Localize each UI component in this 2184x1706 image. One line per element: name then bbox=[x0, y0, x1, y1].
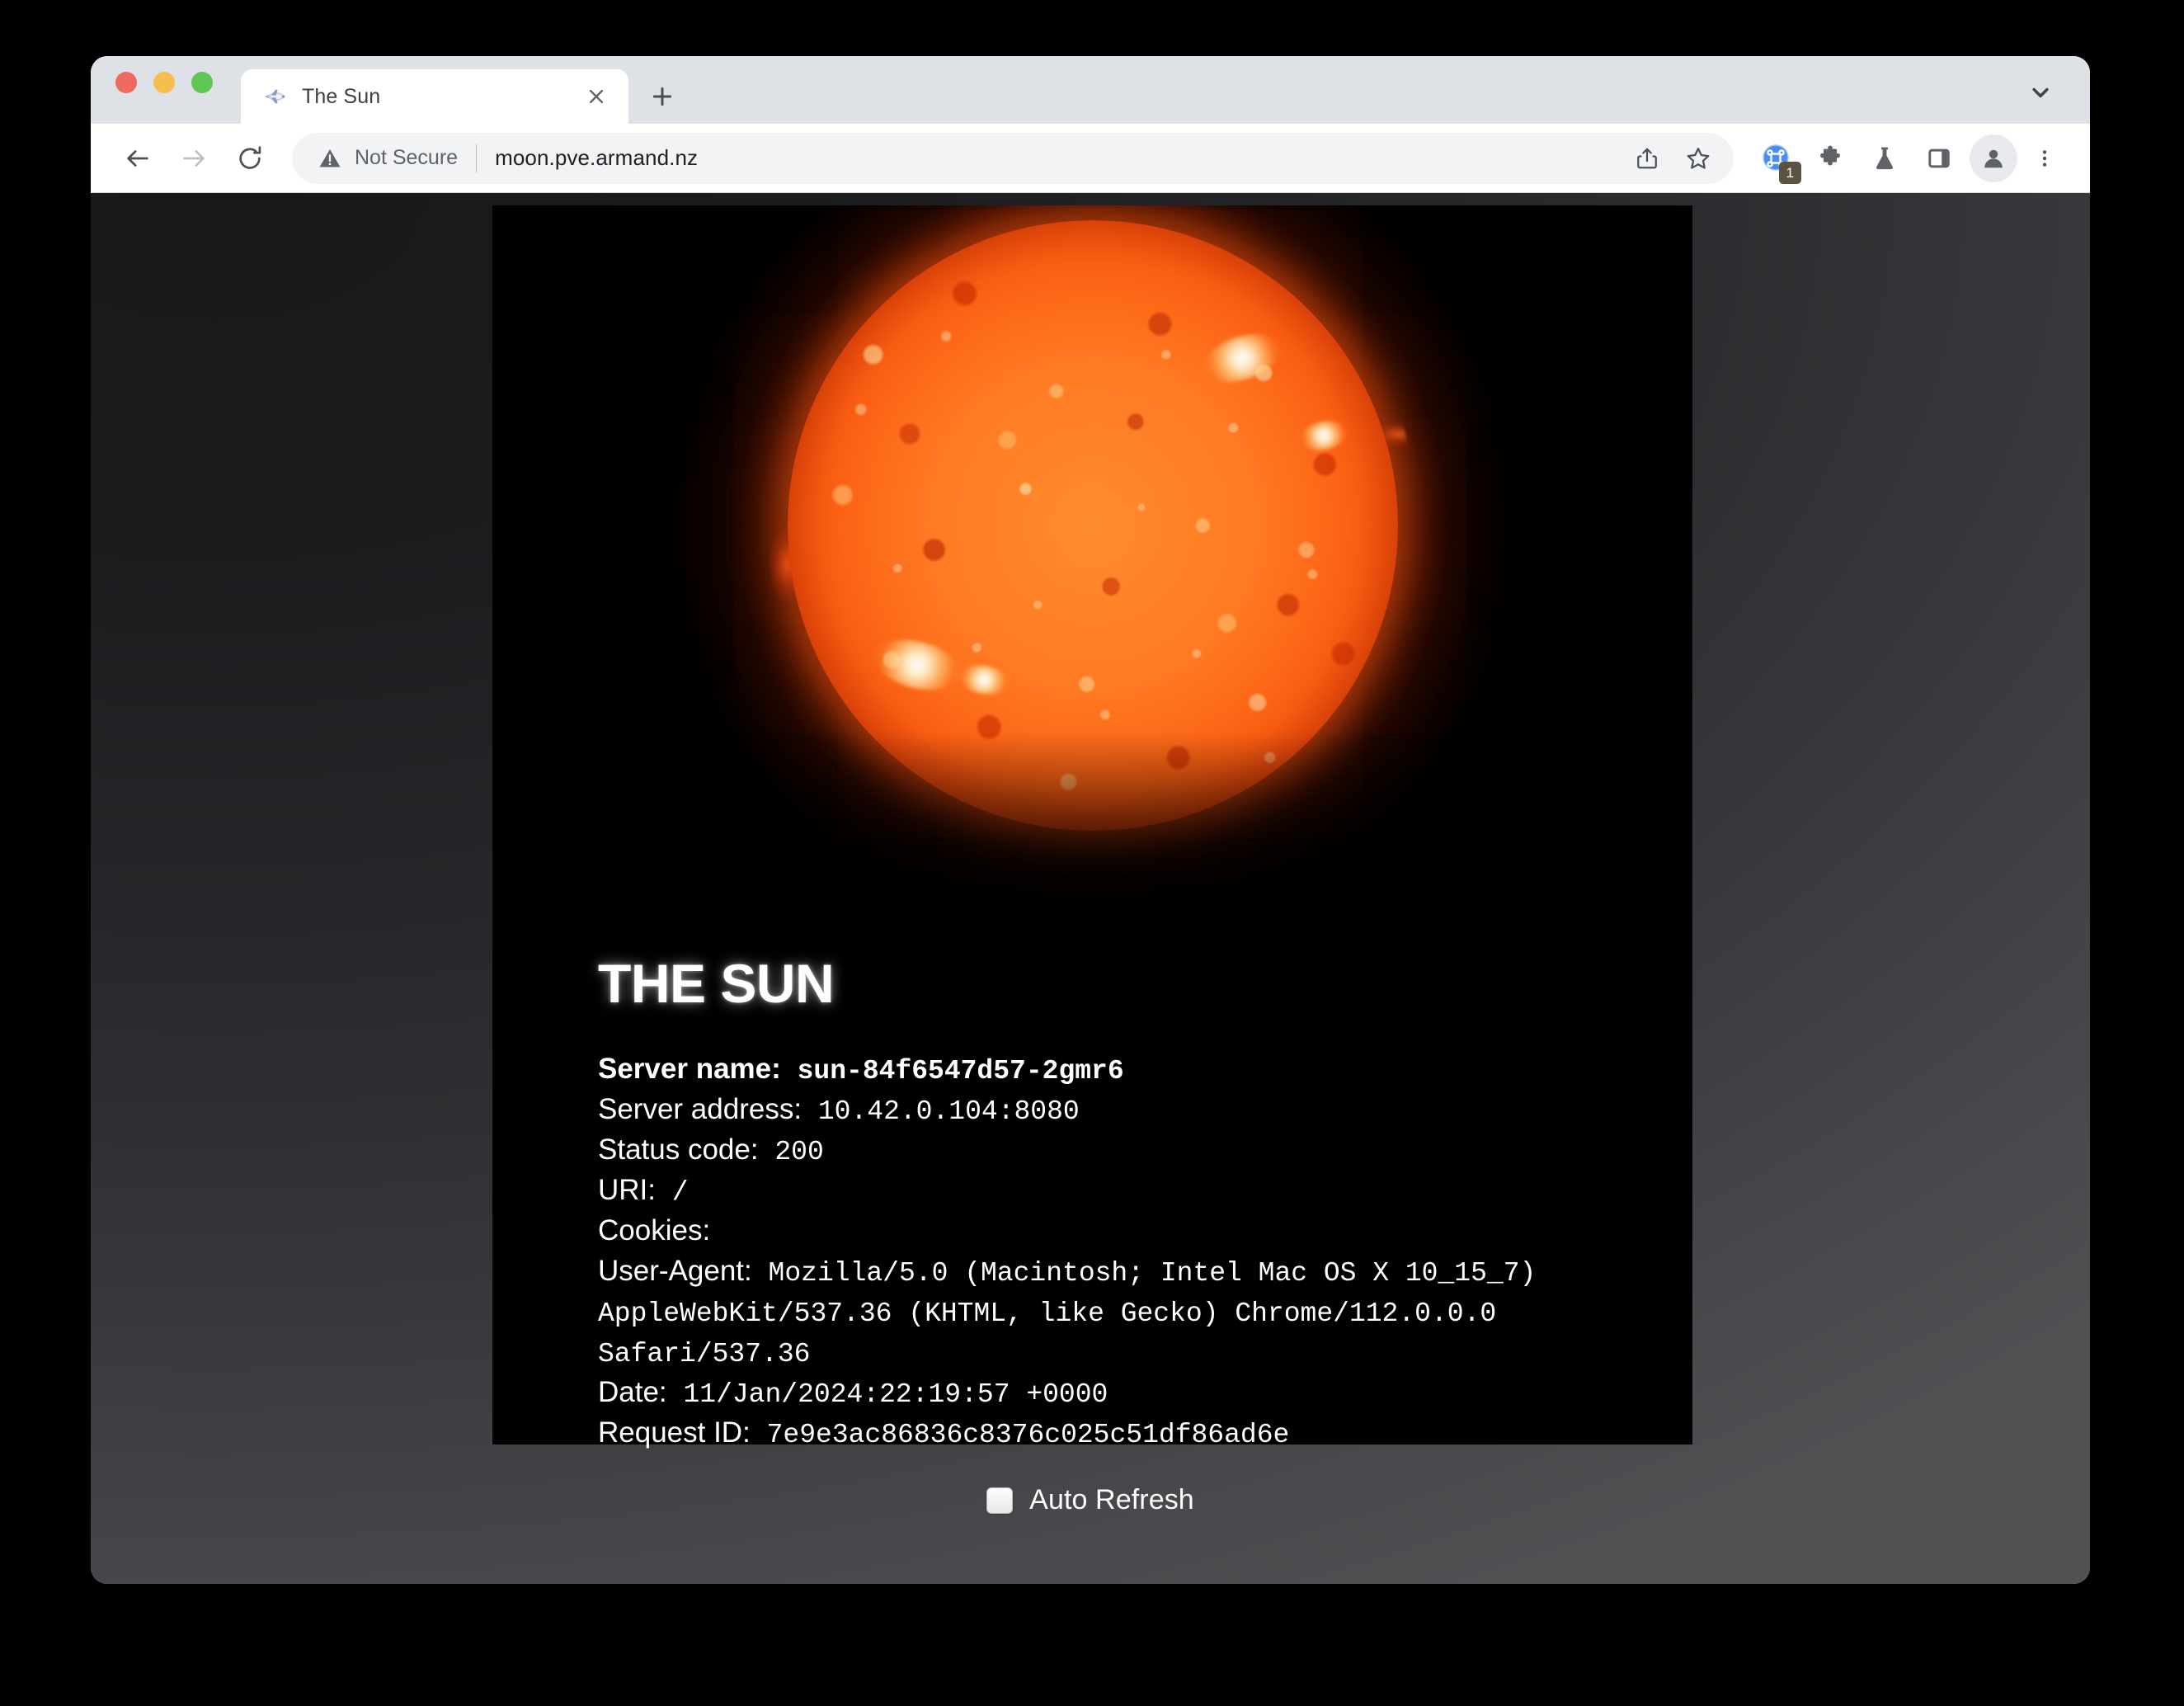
server-info-value: 7e9e3ac86836c8376c025c51df86ad6e bbox=[750, 1420, 1290, 1450]
tab-search-button[interactable] bbox=[2021, 73, 2060, 112]
server-info-value: 10.42.0.104:8080 bbox=[802, 1096, 1080, 1127]
server-info-row: Server name: sun-84f6547d57-2gmr6 bbox=[598, 1050, 1659, 1091]
page-title: THE SUN bbox=[598, 953, 835, 1014]
url-text[interactable]: moon.pve.armand.nz bbox=[495, 145, 1623, 171]
server-info-row: URI: / bbox=[598, 1171, 1659, 1212]
server-info-label: User-Agent: bbox=[598, 1255, 752, 1287]
server-info-row: Date: 11/Jan/2024:22:19:57 +0000 bbox=[598, 1374, 1659, 1414]
auto-refresh-control[interactable]: Auto Refresh bbox=[91, 1484, 2090, 1516]
star-icon[interactable] bbox=[1674, 134, 1722, 182]
puzzle-piece-icon[interactable] bbox=[1806, 134, 1854, 182]
flask-icon[interactable] bbox=[1861, 134, 1909, 182]
server-info-label: URI: bbox=[598, 1174, 656, 1206]
auto-refresh-checkbox[interactable] bbox=[986, 1487, 1014, 1514]
profile-avatar[interactable] bbox=[1970, 134, 2017, 182]
address-bar[interactable]: Not Secure moon.pve.armand.nz bbox=[292, 132, 1734, 184]
server-info-value: / bbox=[656, 1177, 689, 1208]
reload-button[interactable] bbox=[224, 133, 275, 184]
server-info-row: Request ID: 7e9e3ac86836c8376c025c51df86… bbox=[598, 1414, 1659, 1454]
auto-refresh-label: Auto Refresh bbox=[1029, 1484, 1194, 1515]
new-tab-button[interactable] bbox=[642, 76, 683, 117]
omnibox-divider bbox=[476, 144, 478, 172]
space-shuttle-icon bbox=[262, 84, 287, 109]
server-info-row: Cookies: bbox=[598, 1212, 1659, 1252]
server-info-value: 200 bbox=[758, 1137, 824, 1167]
forward-button[interactable] bbox=[168, 133, 219, 184]
server-info-row: Status code: 200 bbox=[598, 1131, 1659, 1171]
browser-menu-button[interactable] bbox=[2024, 134, 2065, 182]
browser-window: The Sun Not Secure moon.pve.armand.nz 1 … bbox=[91, 56, 2090, 1584]
browser-toolbar: Not Secure moon.pve.armand.nz 1 bbox=[91, 124, 2090, 193]
photo-vignette bbox=[492, 205, 1692, 936]
page-viewport: THE SUN Server name: sun-84f6547d57-2gmr… bbox=[91, 193, 2090, 1584]
command-key-icon[interactable]: 1 bbox=[1752, 134, 1801, 184]
server-info-label: Server name: bbox=[598, 1053, 781, 1085]
toolbar-extension-area: 1 bbox=[1752, 134, 2065, 184]
server-info-block: THE SUN Server name: sun-84f6547d57-2gmr… bbox=[598, 956, 1659, 1454]
omnibox-actions bbox=[1623, 134, 1722, 182]
server-info-label: Date: bbox=[598, 1376, 667, 1408]
share-icon[interactable] bbox=[1623, 134, 1671, 182]
content-panel: THE SUN Server name: sun-84f6547d57-2gmr… bbox=[492, 205, 1692, 1450]
server-info-label: Status code: bbox=[598, 1133, 759, 1166]
back-button[interactable] bbox=[112, 133, 163, 184]
browser-tab[interactable]: The Sun bbox=[241, 69, 628, 124]
tab-strip: The Sun bbox=[91, 56, 2090, 124]
server-info-value: sun-84f6547d57-2gmr6 bbox=[780, 1056, 1124, 1086]
close-tab-button[interactable] bbox=[582, 82, 610, 111]
server-info-row: Server address: 10.42.0.104:8080 bbox=[598, 1091, 1659, 1131]
server-info-label: Cookies: bbox=[598, 1214, 711, 1247]
sun-hero-image bbox=[492, 205, 1692, 936]
server-info-value: 11/Jan/2024:22:19:57 +0000 bbox=[666, 1379, 1108, 1410]
maximize-window-button[interactable] bbox=[191, 72, 213, 93]
server-info-label: Server address: bbox=[598, 1093, 803, 1125]
warning-triangle-icon bbox=[317, 145, 343, 172]
tab-title: The Sun bbox=[302, 84, 381, 108]
close-window-button[interactable] bbox=[115, 72, 137, 93]
side-panel-icon[interactable] bbox=[1915, 134, 1963, 182]
server-info-label: Request ID: bbox=[598, 1416, 751, 1449]
minimize-window-button[interactable] bbox=[153, 72, 175, 93]
security-status-text: Not Secure bbox=[355, 146, 459, 169]
server-info-row: User-Agent: Mozilla/5.0 (Macintosh; Inte… bbox=[598, 1252, 1659, 1374]
sun-photo bbox=[492, 205, 1692, 936]
window-traffic-lights bbox=[115, 56, 213, 124]
server-info-list: Server name: sun-84f6547d57-2gmr6 Server … bbox=[598, 1050, 1659, 1454]
extension-badge-count: 1 bbox=[1778, 161, 1801, 184]
